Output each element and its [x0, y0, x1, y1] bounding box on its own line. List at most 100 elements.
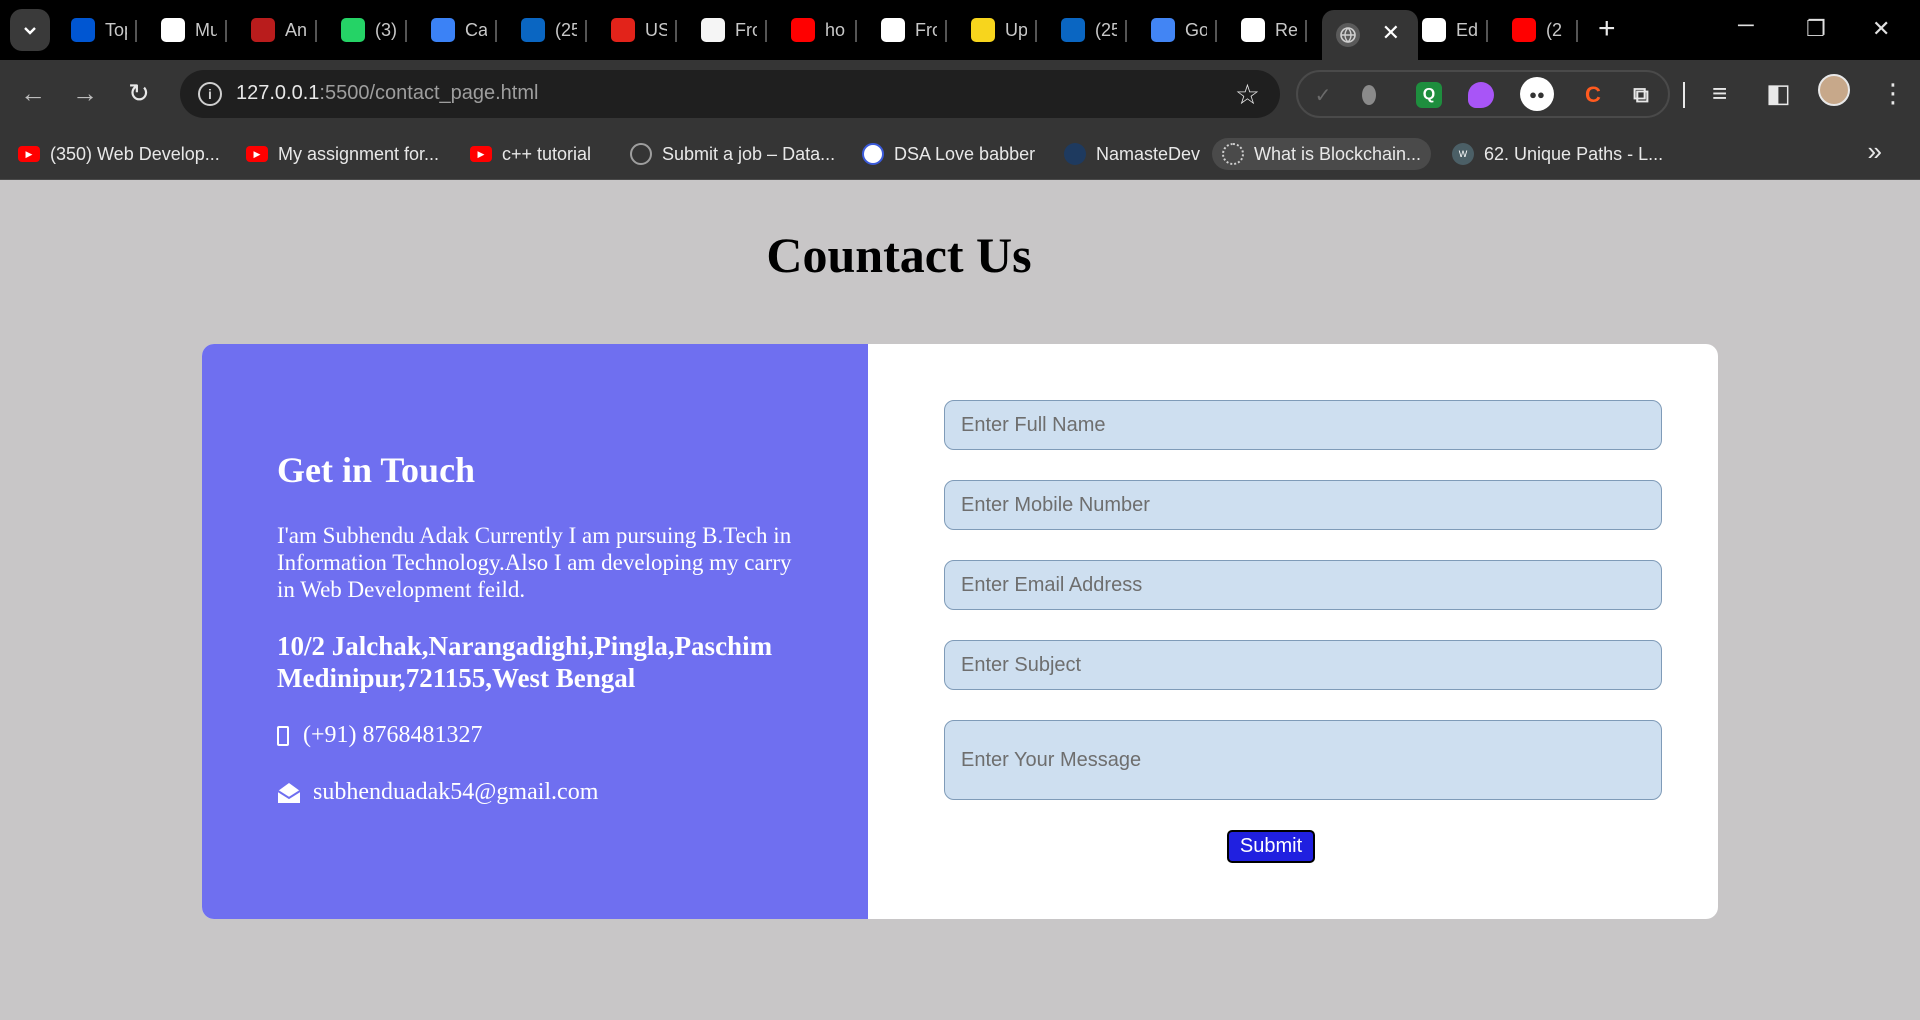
- purple-extension-icon[interactable]: [1468, 82, 1494, 108]
- mobile-number-input[interactable]: [944, 480, 1662, 530]
- tab-title: Ed: [1456, 19, 1478, 40]
- globe-icon: [862, 143, 884, 165]
- c-extension-icon[interactable]: C: [1580, 82, 1606, 108]
- youtube-icon: ▶: [246, 146, 268, 162]
- tab-14[interactable]: Re: [1241, 10, 1307, 50]
- info-heading: Get in Touch: [277, 450, 476, 490]
- mouse-extension-icon[interactable]: [1362, 85, 1376, 105]
- tab-7[interactable]: US: [611, 10, 677, 50]
- linkedin-icon: [521, 18, 545, 42]
- toolbar-divider: [1683, 82, 1685, 108]
- bookmark-item[interactable]: W 62. Unique Paths - L...: [1452, 138, 1663, 170]
- url-text[interactable]: 127.0.0.1:5500/contact_page.html: [236, 82, 538, 105]
- tab-separator: [1125, 20, 1127, 42]
- close-tab-icon[interactable]: ✕: [1382, 22, 1400, 44]
- tab-title: Re: [1275, 19, 1297, 40]
- tab-separator: [765, 20, 767, 42]
- bookmark-label: Submit a job – Data...: [662, 143, 836, 164]
- address-text: 10/2 Jalchak,Narangadighi,Pingla,Paschim…: [277, 631, 773, 693]
- tab-separator: [495, 20, 497, 42]
- more-bookmarks-icon[interactable]: »: [1868, 136, 1882, 167]
- upgrad-icon: [971, 18, 995, 42]
- page-title: Countact Us: [766, 227, 1032, 283]
- tab-search-button[interactable]: [10, 9, 50, 51]
- side-panel-icon[interactable]: ◧: [1766, 78, 1791, 108]
- tab-11[interactable]: Up: [971, 10, 1037, 50]
- bookmark-item[interactable]: ▶ My assignment for...: [246, 138, 439, 170]
- tab-title: Top: [105, 19, 127, 40]
- tab-separator: [855, 20, 857, 42]
- site-info-icon[interactable]: i: [198, 82, 222, 106]
- google-icon: [1241, 18, 1265, 42]
- phone-text: (+91) 8768481327: [303, 722, 483, 748]
- forward-icon[interactable]: →: [72, 78, 98, 108]
- tab-separator: [225, 20, 227, 42]
- tab-9[interactable]: ho: [791, 10, 857, 50]
- new-tab-button[interactable]: +: [1598, 14, 1616, 44]
- tab-separator: [315, 20, 317, 42]
- tab-separator: [1305, 20, 1307, 42]
- bookmark-label: 62. Unique Paths - L...: [1484, 143, 1664, 164]
- check-extension-icon[interactable]: ✓: [1310, 82, 1336, 108]
- close-window-icon[interactable]: ✕: [1872, 16, 1890, 42]
- tab-title: (25: [1095, 19, 1117, 40]
- bookmark-item[interactable]: ▶ (350) Web Develop...: [18, 138, 220, 170]
- tab-8[interactable]: Fro: [701, 10, 767, 50]
- tab-10[interactable]: Fro: [881, 10, 947, 50]
- tab-1[interactable]: Top: [71, 10, 137, 50]
- message-textarea[interactable]: [944, 720, 1662, 800]
- tab-13[interactable]: Go: [1151, 10, 1217, 50]
- email-row: subhenduadak54@gmail.com: [277, 779, 598, 806]
- medium-icon: [161, 18, 185, 42]
- gear-icon: [630, 143, 652, 165]
- bookmark-item[interactable]: NamasteDev: [1064, 138, 1200, 170]
- incognito-extension-icon[interactable]: ●●: [1520, 77, 1554, 111]
- bookmark-label: (350) Web Develop...: [50, 143, 220, 164]
- quillbot-extension-icon[interactable]: Q: [1416, 82, 1442, 108]
- back-icon[interactable]: ←: [20, 78, 46, 108]
- tab-5[interactable]: Ca: [431, 10, 497, 50]
- tab-separator: [405, 20, 407, 42]
- reload-icon[interactable]: ↻: [128, 78, 150, 108]
- reading-list-icon[interactable]: ≡: [1712, 78, 1727, 108]
- minimize-icon[interactable]: ─: [1738, 12, 1754, 38]
- puzzle-icon[interactable]: ⧉: [1628, 82, 1654, 108]
- full-name-input[interactable]: [944, 400, 1662, 450]
- tab-2[interactable]: Mu: [161, 10, 227, 50]
- youtube-icon: [1512, 18, 1536, 42]
- tab-3[interactable]: An: [251, 10, 317, 50]
- contact-card: Get in Touch I'am Subhendu Adak Currentl…: [202, 344, 1718, 919]
- tab-separator: [675, 20, 677, 42]
- tab-after-1[interactable]: Ed: [1422, 10, 1488, 50]
- restore-icon[interactable]: ❐: [1806, 16, 1826, 42]
- tab-4[interactable]: (3): [341, 10, 407, 50]
- tab-active[interactable]: ✕: [1322, 10, 1418, 60]
- bookmark-item[interactable]: What is Blockchain...: [1212, 138, 1432, 170]
- tab-title: US: [645, 19, 667, 40]
- bookmark-item[interactable]: ▶ c++ tutorial: [470, 138, 591, 170]
- profile-avatar[interactable]: [1818, 74, 1850, 106]
- bookmark-item[interactable]: DSA Love babber: [862, 138, 1035, 170]
- coursera-icon: [71, 18, 95, 42]
- tab-6[interactable]: (25: [521, 10, 587, 50]
- bookmark-star-icon[interactable]: ☆: [1235, 78, 1260, 111]
- tab-separator: [1215, 20, 1217, 42]
- bookmark-item[interactable]: Submit a job – Data...: [630, 138, 835, 170]
- address-bar[interactable]: i 127.0.0.1:5500/contact_page.html ☆: [180, 70, 1280, 118]
- menu-kebab-icon[interactable]: ⋮: [1880, 78, 1906, 108]
- oracle-icon: [611, 18, 635, 42]
- tab-separator: [945, 20, 947, 42]
- google-icon: [881, 18, 905, 42]
- tab-12[interactable]: (25: [1061, 10, 1127, 50]
- tab-title: (25: [555, 19, 577, 40]
- wiki-icon: W: [1452, 143, 1474, 165]
- tab-title: Go: [1185, 19, 1207, 40]
- tab-title: Up: [1005, 19, 1027, 40]
- url-host: 127.0.0.1: [236, 82, 320, 104]
- email-input[interactable]: [944, 560, 1662, 610]
- tab-after-2[interactable]: (2: [1512, 10, 1578, 50]
- tab-separator: [1486, 20, 1488, 42]
- submit-button[interactable]: Submit: [1227, 830, 1315, 863]
- subject-input[interactable]: [944, 640, 1662, 690]
- about-text: I'am Subhendu Adak Currently I am pursui…: [277, 523, 792, 602]
